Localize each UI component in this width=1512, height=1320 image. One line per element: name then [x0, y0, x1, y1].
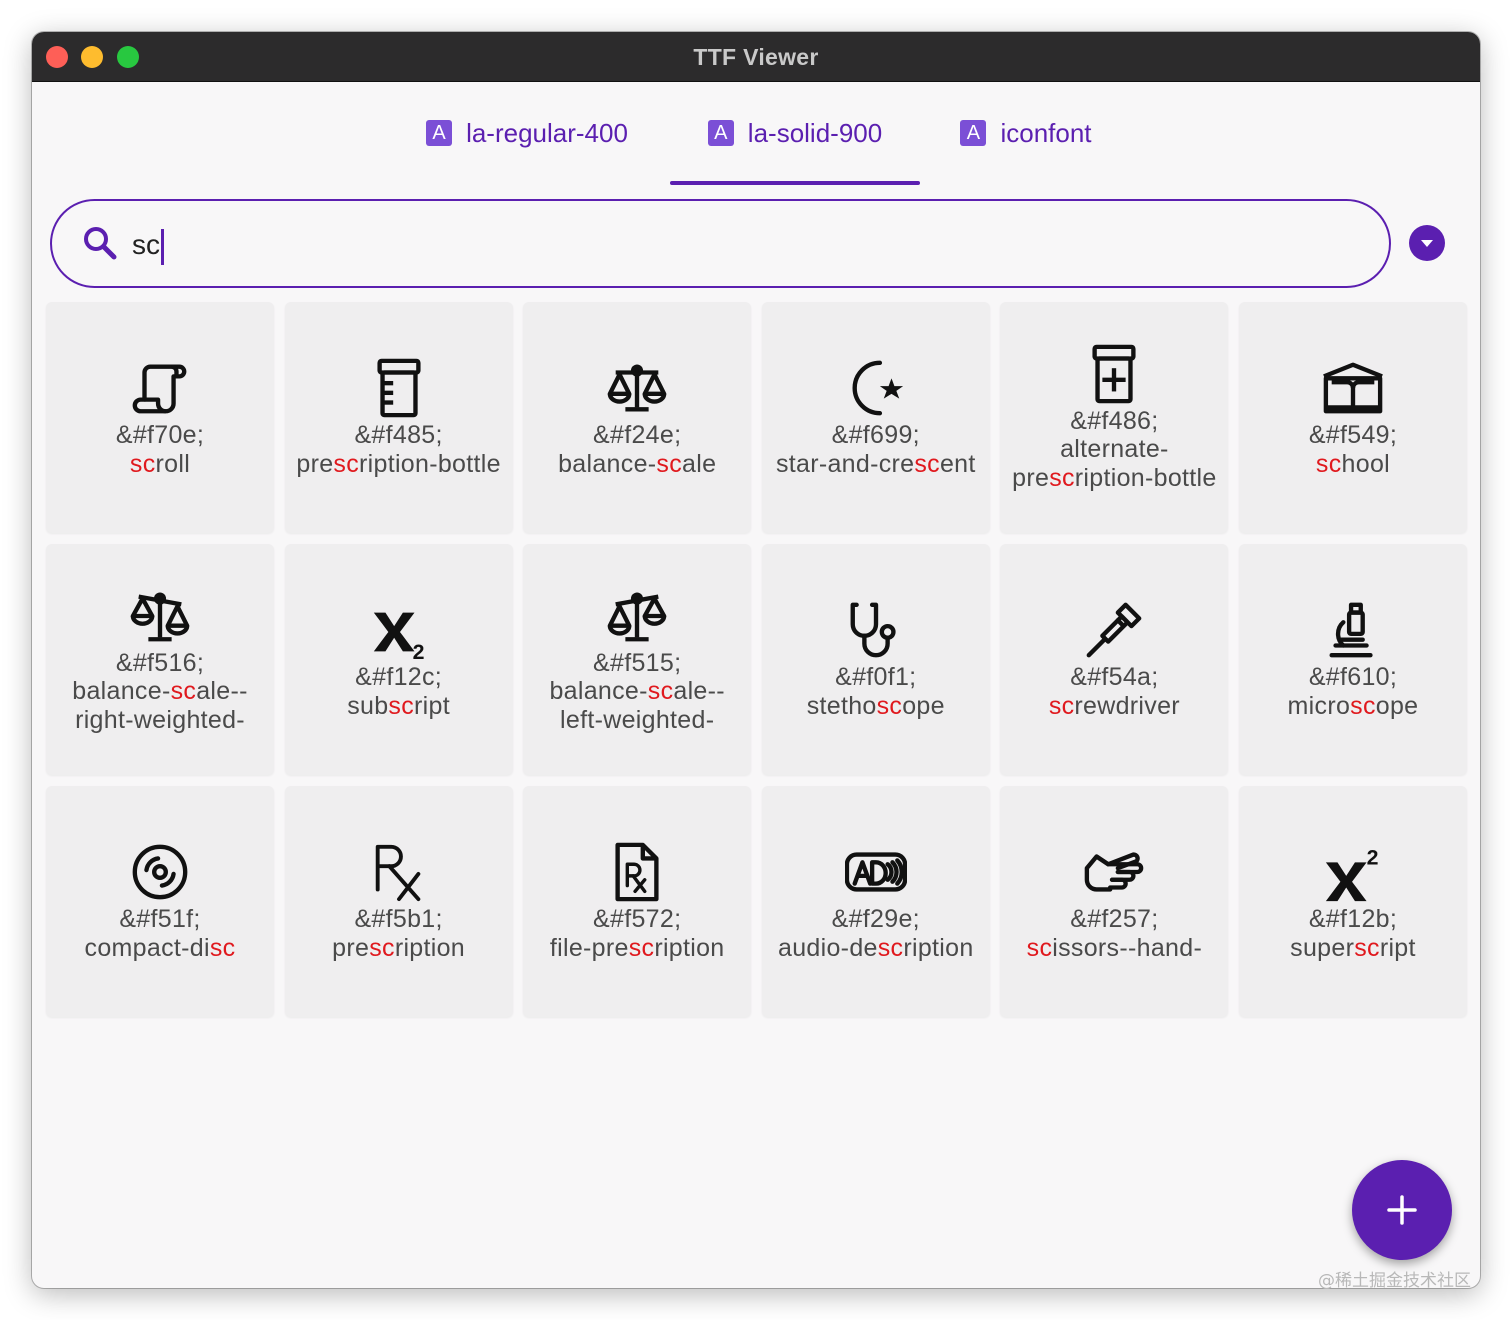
icon-code: &#f699;: [831, 421, 920, 449]
icon-card-superscript[interactable]: 2 &#f12b; superscript: [1238, 786, 1467, 1017]
icon-card-alternate-prescription-bottle[interactable]: &#f486; alternate-prescription-bottle: [1000, 302, 1229, 533]
prescription-bottle-alt-icon: [1092, 344, 1136, 404]
icon-code: &#f485;: [354, 421, 443, 449]
tab-label: iconfont: [1000, 117, 1092, 148]
icon-name: compact-disc: [84, 933, 236, 962]
icon-card-star-and-crescent[interactable]: &#f699; star-and-crescent: [761, 302, 990, 533]
balance-scale-left-icon: [607, 592, 667, 642]
icon-name: file-prescription: [549, 933, 725, 962]
font-file-icon: A: [960, 120, 987, 146]
icon-code: &#f24e;: [593, 421, 682, 449]
icon-name: balance-scale--left-weighted-: [549, 677, 725, 734]
school-icon: [1323, 362, 1383, 414]
font-file-icon: A: [426, 120, 453, 146]
icon-code: &#f51f;: [119, 905, 201, 933]
icon-name: superscript: [1290, 933, 1416, 962]
compact-disc-icon: [132, 844, 188, 900]
icon-card-balance-scale[interactable]: &#f24e; balance-scale: [523, 302, 752, 533]
icon-code: &#f610;: [1308, 663, 1398, 691]
title-bar: TTF Viewer: [32, 32, 1480, 82]
tab-la-regular-400[interactable]: A la-regular-400: [404, 82, 650, 184]
icon-card-screwdriver[interactable]: &#f54a; screwdriver: [1000, 544, 1229, 775]
icon-code: &#f572;: [593, 905, 682, 933]
icon-code: &#f0f1;: [835, 663, 917, 691]
icon-code: &#f486;: [1070, 406, 1159, 435]
balance-scale-right-icon: [130, 592, 190, 642]
icon-name: screwdriver: [1048, 691, 1180, 720]
window-title: TTF Viewer: [693, 44, 819, 70]
balance-scale-icon: [607, 364, 667, 412]
icon-code: &#f549;: [1308, 421, 1398, 449]
plus-icon: [1387, 1195, 1417, 1225]
icon-card-school[interactable]: &#f549; school: [1238, 302, 1467, 533]
icon-card-prescription-bottle[interactable]: &#f485; prescription-bottle: [284, 302, 513, 533]
tab-iconfont[interactable]: A iconfont: [938, 82, 1114, 184]
scroll-icon: [132, 364, 187, 414]
icon-name: star-and-crescent: [775, 449, 976, 478]
icon-card-file-prescription[interactable]: &#f572; file-prescription: [523, 786, 752, 1017]
icon-name: prescription: [332, 933, 466, 962]
icon-name: stethoscope: [806, 691, 945, 720]
star-and-crescent-icon: [852, 360, 903, 416]
icon-code: &#f12c;: [355, 663, 443, 691]
search-icon: [84, 227, 117, 260]
icon-name: balance-scale--right-weighted-: [72, 677, 248, 734]
icon-code: &#f54a;: [1070, 663, 1159, 691]
icon-code: &#f257;: [1070, 905, 1159, 933]
prescription-icon: [375, 844, 420, 902]
svg-text:2: 2: [1367, 845, 1379, 869]
search-input[interactable]: sc: [50, 199, 1391, 288]
prescription-bottle-icon: [377, 358, 421, 418]
app-window: TTF Viewer A la-regular-400 A la-solid-9…: [32, 32, 1480, 1288]
svg-text:2: 2: [412, 640, 424, 661]
audio-description-icon: [844, 852, 907, 892]
icon-name: balance-scale: [558, 449, 717, 478]
add-font-button[interactable]: [1352, 1160, 1452, 1260]
icon-card-audio-description[interactable]: &#f29e; audio-description: [761, 786, 990, 1017]
icon-name: scissors--hand-: [1026, 933, 1203, 962]
icon-code: &#f70e;: [115, 421, 205, 449]
search-query[interactable]: sc: [132, 225, 164, 265]
tab-label: la-solid-900: [747, 117, 883, 148]
icon-card-compact-disc[interactable]: &#f51f; compact-disc: [46, 786, 274, 1017]
icon-code: &#f516;: [115, 648, 205, 677]
icon-card-balance-scale-left-weighted[interactable]: &#f515; balance-scale--left-weighted-: [523, 544, 752, 775]
icon-name: scroll: [129, 449, 191, 478]
icon-name: prescription-bottle: [296, 449, 501, 478]
icon-code: &#f5b1;: [354, 905, 443, 933]
search-query-text: sc: [132, 229, 160, 260]
text-caret: [161, 228, 164, 265]
icon-card-balance-scale-right-weighted[interactable]: &#f516; balance-scale--right-weighted-: [46, 544, 274, 775]
icon-code: &#f515;: [593, 648, 682, 677]
icon-code: &#f29e;: [831, 905, 920, 933]
stethoscope-icon: [850, 602, 896, 658]
subscript-icon: 2: [373, 612, 424, 661]
icon-card-scroll[interactable]: &#f70e; scroll: [46, 302, 274, 533]
watermark: @稀土掘金技术社区: [1318, 1271, 1471, 1291]
chevron-down-icon[interactable]: [1409, 225, 1445, 261]
hand-scissors-icon: [1085, 852, 1144, 892]
file-prescription-icon: [615, 842, 659, 902]
icon-grid: &#f70e; scroll &#f485; prescription-bott…: [46, 302, 1467, 1017]
icon-code: &#f12b;: [1308, 905, 1398, 933]
icon-name: audio-description: [778, 933, 974, 962]
icon-card-subscript[interactable]: 2 &#f12c; subscript: [284, 544, 513, 775]
screwdriver-icon: [1087, 602, 1142, 658]
icon-name: microscope: [1287, 691, 1419, 720]
superscript-icon: 2: [1325, 845, 1379, 902]
microscope-icon: [1329, 602, 1373, 658]
font-file-icon: A: [707, 120, 734, 146]
font-tab-bar: A la-regular-400 A la-solid-900 A iconfo…: [32, 82, 1480, 186]
icon-card-stethoscope[interactable]: &#f0f1; stethoscope: [761, 544, 990, 775]
tab-label: la-regular-400: [466, 117, 628, 148]
icon-card-scissors-hand[interactable]: &#f257; scissors--hand-: [1000, 786, 1229, 1017]
icon-name: school: [1315, 449, 1390, 478]
icon-name: alternate-prescription-bottle: [1012, 435, 1217, 492]
icon-card-prescription[interactable]: &#f5b1; prescription: [284, 786, 513, 1017]
icon-name: subscript: [347, 691, 450, 720]
icon-card-microscope[interactable]: &#f610; microscope: [1238, 544, 1467, 775]
tab-la-solid-900[interactable]: A la-solid-900: [670, 82, 920, 185]
